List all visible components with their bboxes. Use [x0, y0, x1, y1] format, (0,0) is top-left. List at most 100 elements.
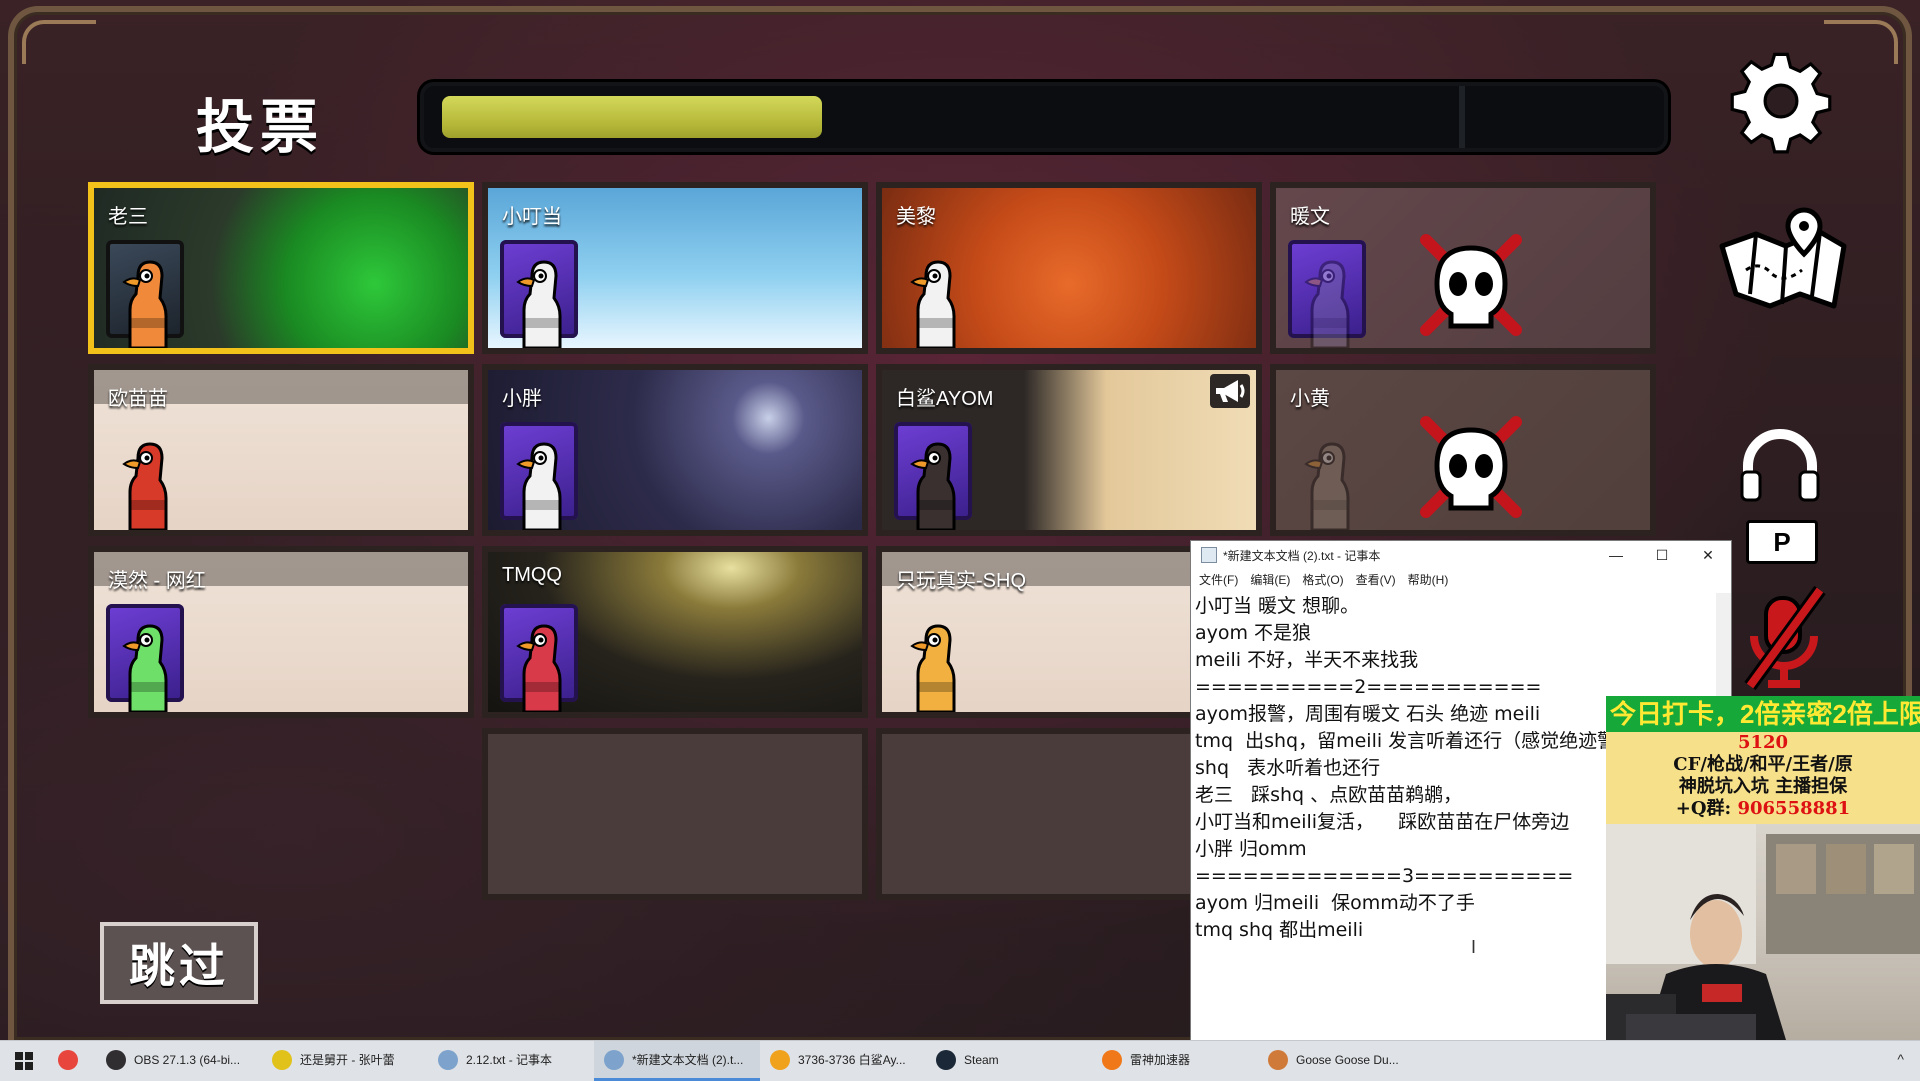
player-name: 欧苗苗 — [108, 388, 168, 410]
taskbar-item-label: 3736-3736 白鲨Ay... — [798, 1053, 906, 1067]
taskbar-item-label: 雷神加速器 — [1130, 1053, 1191, 1067]
goose-avatar-icon — [1304, 260, 1350, 348]
player-name: 白鲨AYOM — [896, 388, 994, 410]
taskbar-item-label: Goose Goose Du... — [1296, 1052, 1399, 1067]
obs-icon — [106, 1049, 126, 1070]
menu-file[interactable]: 文件(F) — [1199, 569, 1238, 591]
notepad-line: ayom 不是狼 — [1195, 622, 1312, 644]
goose-avatar-icon — [516, 260, 562, 348]
vote-title: 投票 — [196, 95, 325, 160]
steam-icon — [936, 1049, 956, 1070]
taskbar-items: OBS 27.1.3 (64-bi... 还是舅开 - 张叶蕾 2.12.txt -… — [48, 1041, 1424, 1081]
player-card[interactable]: 小胖 — [488, 370, 862, 530]
goose-avatar-icon — [910, 260, 956, 348]
player-card[interactable]: 老三 — [94, 188, 468, 348]
player-name: 小叮当 — [502, 206, 562, 228]
taskbar-item-label: Steam — [964, 1052, 999, 1067]
text-cursor-icon: I — [1471, 937, 1477, 957]
goose-avatar-icon — [1304, 442, 1350, 530]
notepad-menubar: 文件(F) 编辑(E) 格式(O) 查看(V) 帮助(H) — [1191, 569, 1731, 591]
map-icon[interactable] — [1716, 206, 1850, 318]
taskbar-item-label: 还是舅开 - 张叶蕾 — [300, 1053, 395, 1067]
start-button[interactable] — [0, 1041, 48, 1081]
promo-line: 神脱坑入坑 主播担保 — [1678, 776, 1848, 797]
taskbar-item-label: *新建文本文档 (2).t... — [632, 1053, 744, 1067]
notepad-icon — [1201, 547, 1217, 563]
goose-avatar-icon — [910, 624, 956, 712]
skip-vote-button[interactable]: 跳过 — [100, 922, 258, 1004]
taskbar-item[interactable]: 还是舅开 - 张叶蕾 — [262, 1041, 428, 1081]
eliminated-skull-icon — [1420, 416, 1522, 518]
windows-icon — [15, 1052, 33, 1070]
chevron-up-icon[interactable]: ^ — [1897, 1051, 1904, 1067]
goose-avatar-icon — [122, 260, 168, 348]
stream-promo-banner: 今日打卡，2倍亲密2倍上限 5120 CF/枪战/和平/王者/原 神脱坑入坑 主… — [1606, 696, 1920, 824]
chrome-icon — [58, 1049, 78, 1070]
player-name: 美黎 — [896, 206, 936, 228]
goose-avatar-icon — [516, 624, 562, 712]
headphones-icon[interactable] — [1738, 428, 1822, 504]
player-name: TMQQ — [502, 564, 562, 586]
player-card[interactable]: 美黎 — [882, 188, 1256, 348]
empty-player-slot — [488, 734, 862, 894]
goose-avatar-icon — [516, 442, 562, 530]
player-card[interactable]: 欧苗苗 — [94, 370, 468, 530]
player-name: 漠然 - 网红 — [108, 570, 206, 592]
taskbar-item[interactable]: Steam — [926, 1041, 1092, 1081]
maximize-button[interactable]: ☐ — [1639, 541, 1685, 569]
taskbar-item[interactable]: *新建文本文档 (2).t... — [594, 1041, 760, 1081]
taskbar-item[interactable]: 3736-3736 白鲨Ay... — [760, 1041, 926, 1081]
muted-mic-icon[interactable] — [1740, 584, 1830, 692]
megaphone-icon — [1210, 374, 1250, 408]
promo-text: 5120 CF/枪战/和平/王者/原 神脱坑入坑 主播担保 +Q群: 90655… — [1606, 732, 1920, 820]
taskbar-item-label: OBS 27.1.3 (64-bi... — [134, 1052, 241, 1067]
player-card[interactable]: 白鲨AYOM — [882, 370, 1256, 530]
player-card[interactable]: 暖文 — [1276, 188, 1650, 348]
push-to-talk-key: P — [1746, 520, 1818, 564]
promo-qq-label: +Q群: — [1675, 798, 1732, 819]
vote-timer-fill — [442, 96, 822, 138]
notepad-icon — [438, 1049, 458, 1070]
taskbar-item[interactable]: OBS 27.1.3 (64-bi... — [96, 1041, 262, 1081]
vote-timer-bar — [420, 82, 1668, 152]
eliminated-skull-icon — [1420, 234, 1522, 336]
menu-help[interactable]: 帮助(H) — [1408, 569, 1449, 591]
goose-avatar-icon — [122, 442, 168, 530]
huya-icon — [770, 1049, 790, 1070]
promo-line: CF/枪战/和平/王者/原 — [1673, 754, 1853, 775]
menu-format[interactable]: 格式(O) — [1302, 569, 1343, 591]
player-name: 小黄 — [1290, 388, 1330, 410]
windows-taskbar: OBS 27.1.3 (64-bi... 还是舅开 - 张叶蕾 2.12.txt -… — [0, 1040, 1920, 1081]
player-card[interactable]: 小黄 — [1276, 370, 1650, 530]
promo-line: 5120 — [1737, 732, 1789, 753]
player-name: 只玩真实-SHQ — [896, 570, 1026, 592]
taskbar-item[interactable] — [48, 1041, 96, 1081]
player-card[interactable]: TMQQ — [488, 552, 862, 712]
gear-icon[interactable] — [1728, 48, 1834, 154]
close-button[interactable]: ✕ — [1685, 541, 1731, 569]
notepad-title: *新建文本文档 (2).txt - 记事本 — [1223, 548, 1381, 563]
minimize-button[interactable]: — — [1593, 541, 1639, 569]
notepad-line: meili 不好，半天不来找我 — [1195, 649, 1419, 671]
webcam-feed — [1606, 824, 1920, 1040]
notepad-icon — [604, 1049, 624, 1070]
window-controls: — ☐ ✕ — [1593, 541, 1731, 569]
promo-line: +Q群: 906558881 — [1606, 798, 1920, 820]
goose-avatar-icon — [122, 624, 168, 712]
menu-edit[interactable]: 编辑(E) — [1250, 569, 1290, 591]
taskbar-item[interactable]: Goose Goose Du... — [1258, 1041, 1424, 1081]
goose-game-icon — [1268, 1049, 1288, 1070]
notepad-line: 小叮当 暖文 想聊。 — [1195, 595, 1360, 617]
player-card[interactable]: 漠然 - 网红 — [94, 552, 468, 712]
promo-qq-number: 906558881 — [1737, 798, 1851, 819]
accelerator-icon — [1102, 1049, 1122, 1070]
taskbar-item[interactable]: 2.12.txt - 记事本 — [428, 1041, 594, 1081]
promo-headline: 今日打卡，2倍亲密2倍上限 — [1606, 696, 1920, 732]
taskbar-item-label: 2.12.txt - 记事本 — [466, 1053, 553, 1067]
taskbar-item[interactable]: 雷神加速器 — [1092, 1041, 1258, 1081]
vote-timer-divider — [1459, 86, 1465, 148]
frame-corner-ornament — [22, 20, 96, 64]
player-name: 暖文 — [1290, 206, 1330, 228]
player-card[interactable]: 小叮当 — [488, 188, 862, 348]
menu-view[interactable]: 查看(V) — [1356, 569, 1396, 591]
